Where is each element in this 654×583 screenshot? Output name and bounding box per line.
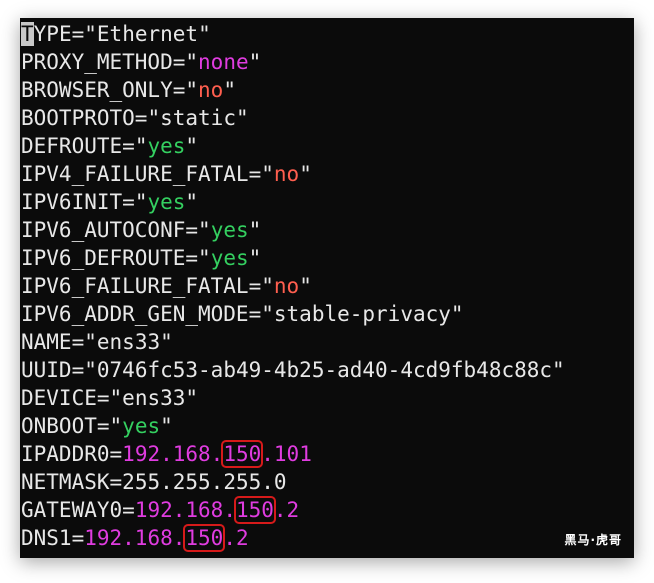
config-line-ipaddr0[interactable]: IPADDR0=192.168.150.101 (20, 440, 634, 468)
config-value: no (273, 274, 300, 298)
config-key: IPV6_DEFROUTE (21, 246, 186, 270)
config-key: BROWSER_ONLY (21, 78, 173, 102)
config-line-ipv6_defroute[interactable]: IPV6_DEFROUTE="yes" (20, 244, 634, 272)
config-key: DEVICE (21, 386, 97, 410)
terminal-window: TYPE="Ethernet" PROXY_METHOD="none" BROWSE… (20, 18, 634, 558)
config-value: yes (147, 190, 186, 214)
config-key: IPV6INIT (21, 190, 123, 214)
config-value: 255.255.255.0 (122, 470, 287, 494)
config-line-dns1[interactable]: DNS1=192.168.150.2 (20, 524, 634, 552)
watermark: 黑马·虎哥 (564, 533, 622, 547)
config-value: yes (122, 414, 161, 438)
ip-prefix: 192.168. (122, 442, 224, 466)
config-line-defroute[interactable]: DEFROUTE="yes" (20, 132, 634, 160)
config-line-ipv6_autoconf[interactable]: IPV6_AUTOCONF="yes" (20, 216, 634, 244)
config-line-ipv6_addr_gen_mode[interactable]: IPV6_ADDR_GEN_MODE="stable-privacy" (20, 300, 634, 328)
config-value: yes (210, 218, 249, 242)
config-value: yes (210, 246, 249, 270)
config-line-name[interactable]: NAME="ens33" (20, 328, 634, 356)
config-line-bootproto[interactable]: BOOTPROTO="static" (20, 104, 634, 132)
config-key: DNS1 (21, 526, 72, 550)
config-value: ens33 (96, 330, 161, 354)
config-key: IPV6_AUTOCONF (21, 218, 186, 242)
config-value: none (198, 50, 249, 74)
config-key: UUID (21, 358, 72, 382)
config-key: IPV4_FAILURE_FATAL (21, 162, 249, 186)
ip-prefix: 192.168. (84, 526, 186, 550)
config-line-ipv6_failure_fatal[interactable]: IPV6_FAILURE_FATAL="no" (20, 272, 634, 300)
config-key: NAME (21, 330, 72, 354)
ip-suffix: .2 (273, 498, 300, 522)
config-key: DEFROUTE (21, 134, 123, 158)
config-key: BOOTPROTO (21, 106, 135, 130)
ip-suffix: .101 (261, 442, 312, 466)
config-key: IPV6_FAILURE_FATAL (21, 274, 249, 298)
config-value: Ethernet (96, 22, 199, 46)
config-line-browser_only[interactable]: BROWSER_ONLY="no" (20, 76, 634, 104)
ip-subnet-highlight: 150 (183, 524, 226, 552)
ip-subnet-highlight: 150 (221, 440, 264, 468)
config-value: yes (147, 134, 186, 158)
config-key: PROXY_METHOD (21, 50, 173, 74)
config-key: NETMASK (21, 470, 110, 494)
config-key: GATEWAY0 (21, 498, 123, 522)
config-line-gateway0[interactable]: GATEWAY0=192.168.150.2 (20, 496, 634, 524)
config-key: IPV6_ADDR_GEN_MODE (21, 302, 249, 326)
config-value: static (160, 106, 236, 130)
config-value: ens33 (122, 386, 186, 410)
config-value: 0746fc53-ab49-4b25-ad40-4cd9fb48c88c (96, 358, 553, 382)
config-line-uuid[interactable]: UUID="0746fc53-ab49-4b25-ad40-4cd9fb48c8… (20, 356, 634, 384)
text-cursor: T (21, 22, 34, 46)
config-line-netmask[interactable]: NETMASK=255.255.255.0 (20, 468, 634, 496)
config-line-onboot[interactable]: ONBOOT="yes" (20, 412, 634, 440)
config-value: no (198, 78, 224, 102)
vim-editor-buffer[interactable]: TYPE="Ethernet" PROXY_METHOD="none" BROWSE… (20, 18, 634, 552)
config-line-proxy_method[interactable]: PROXY_METHOD="none" (20, 48, 634, 76)
config-line-type[interactable]: TYPE="Ethernet" (20, 20, 634, 48)
config-key: ONBOOT (21, 414, 97, 438)
config-key: IPADDR0 (21, 442, 110, 466)
config-line-ipv4_failure_fatal[interactable]: IPV4_FAILURE_FATAL="no" (20, 160, 634, 188)
config-key: TYPE (21, 22, 72, 46)
config-value: no (273, 162, 300, 186)
ip-suffix: .2 (223, 526, 249, 550)
ip-prefix: 192.168. (134, 498, 236, 522)
config-line-device[interactable]: DEVICE="ens33" (20, 384, 634, 412)
config-line-ipv6init[interactable]: IPV6INIT="yes" (20, 188, 634, 216)
config-value: stable-privacy (273, 302, 451, 326)
ip-subnet-highlight: 150 (233, 496, 276, 524)
